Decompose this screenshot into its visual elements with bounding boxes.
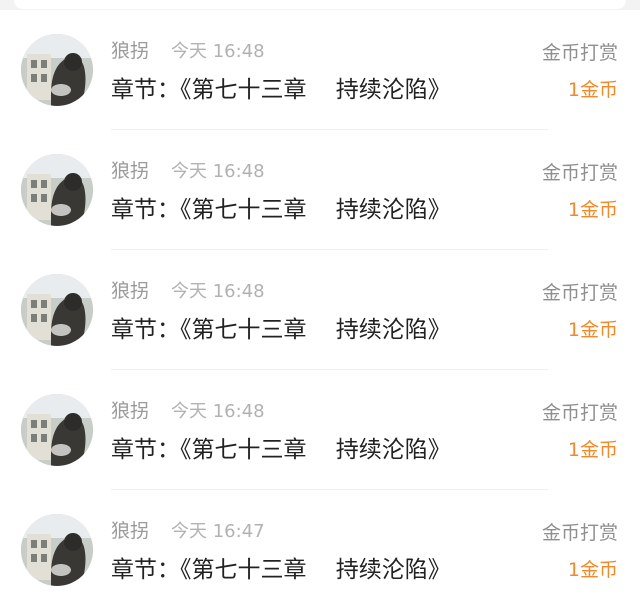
gift-amount: 1金币 [567,319,618,341]
gift-amount: 1金币 [567,199,618,221]
gift-amount: 1金币 [567,559,618,581]
username: 狼拐 [111,40,150,62]
gift-type-label: 金币打赏 [541,522,618,544]
username: 狼拐 [111,280,150,302]
gift-amount: 1金币 [567,79,618,101]
reward-record-item[interactable]: 狼拐 今天 16:48 章节：《第七十三章 持续沦陷》 金币打赏 1金币 [0,130,640,250]
gift-type-label: 金币打赏 [541,282,618,304]
timestamp: 今天 16:48 [171,401,265,422]
top-card-edge-inner [14,0,626,9]
username: 狼拐 [111,520,150,542]
user-avatar-photo-icon[interactable] [21,154,93,226]
chapter-title: 章节：《第七十三章 持续沦陷》 [111,437,451,463]
reward-record-list: 狼拐 今天 16:48 章节：《第七十三章 持续沦陷》 金币打赏 1金币 狼拐 … [0,10,640,610]
user-avatar-photo-icon[interactable] [21,394,93,466]
timestamp: 今天 16:48 [171,281,265,302]
chapter-title: 章节：《第七十三章 持续沦陷》 [111,557,451,583]
user-avatar-photo-icon[interactable] [21,274,93,346]
chapter-title: 章节：《第七十三章 持续沦陷》 [111,197,451,223]
user-avatar-photo-icon[interactable] [21,34,93,106]
username: 狼拐 [111,400,150,422]
chapter-title: 章节：《第七十三章 持续沦陷》 [111,77,451,103]
reward-record-item[interactable]: 狼拐 今天 16:48 章节：《第七十三章 持续沦陷》 金币打赏 1金币 [0,370,640,490]
timestamp: 今天 16:47 [171,521,265,542]
gift-type-label: 金币打赏 [541,162,618,184]
reward-record-item[interactable]: 狼拐 今天 16:48 章节：《第七十三章 持续沦陷》 金币打赏 1金币 [0,250,640,370]
gift-type-label: 金币打赏 [541,402,618,424]
timestamp: 今天 16:48 [171,161,265,182]
reward-record-item[interactable]: 狼拐 今天 16:48 章节：《第七十三章 持续沦陷》 金币打赏 1金币 [0,10,640,130]
username: 狼拐 [111,160,150,182]
user-avatar-photo-icon[interactable] [21,514,93,586]
top-card-edge [0,0,640,10]
gift-type-label: 金币打赏 [541,42,618,64]
reward-record-item[interactable]: 狼拐 今天 16:47 章节：《第七十三章 持续沦陷》 金币打赏 1金币 [0,490,640,610]
gift-amount: 1金币 [567,439,618,461]
timestamp: 今天 16:48 [171,41,265,62]
chapter-title: 章节：《第七十三章 持续沦陷》 [111,317,451,343]
